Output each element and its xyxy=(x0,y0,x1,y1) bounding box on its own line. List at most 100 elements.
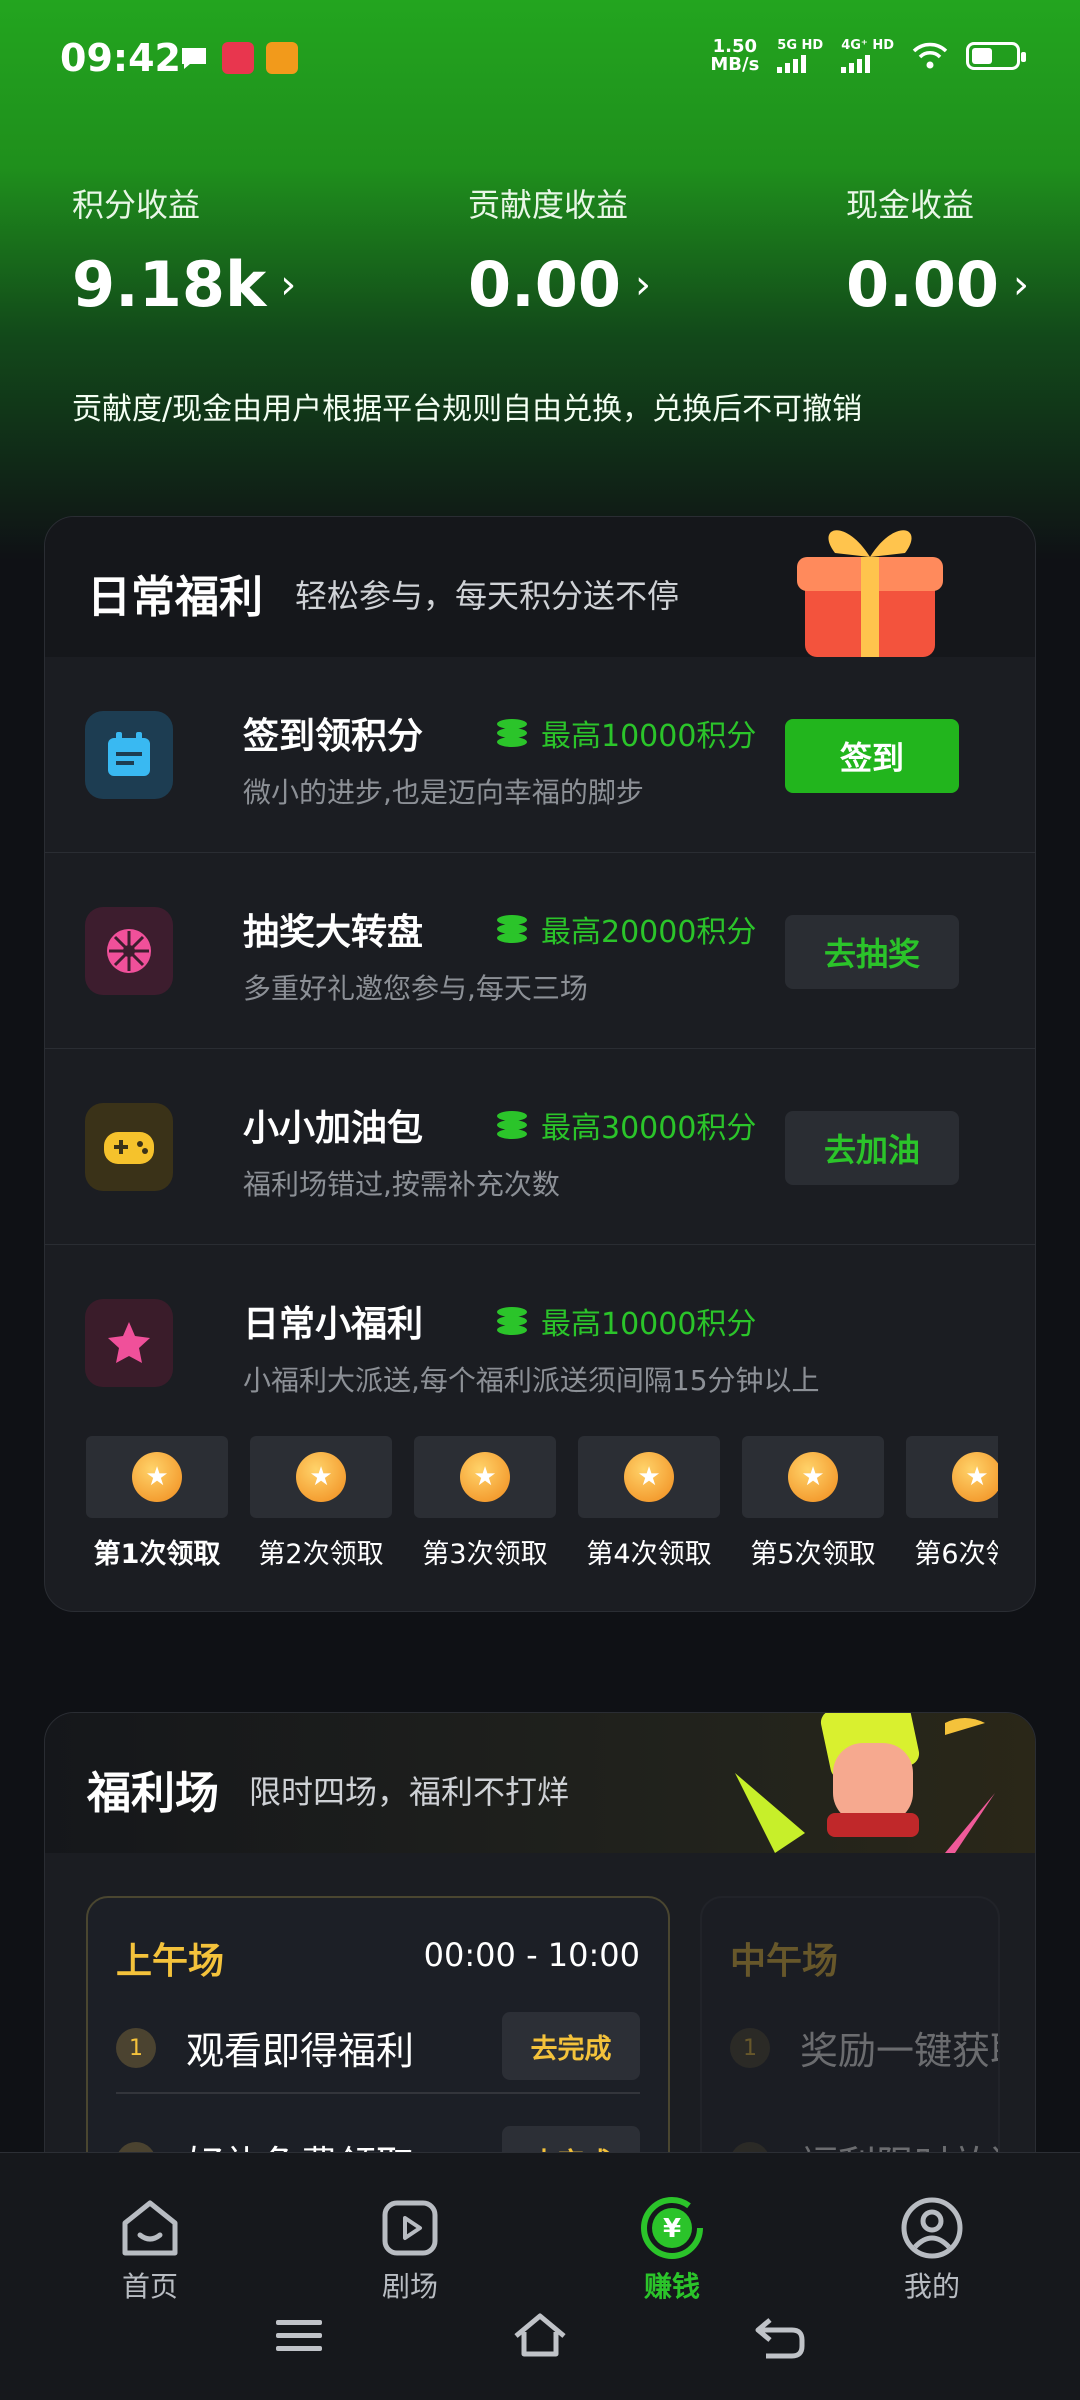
star-coin-icon: ★ xyxy=(624,1452,674,1502)
lottery-button[interactable]: 去抽奖 xyxy=(785,915,959,989)
earnings-value: 9.18k xyxy=(72,248,267,321)
task-description: 小福利大派送,每个福利派送须间隔15分钟以上 xyxy=(243,1364,820,1397)
cash-earnings[interactable]: 现金收益 0.00 › xyxy=(846,180,1029,321)
card-subtitle: 轻松参与，每天积分送不停 xyxy=(295,577,680,615)
star-coin-icon: ★ xyxy=(788,1452,838,1502)
bonus-slot[interactable]: ★ 第1次领取 xyxy=(86,1436,228,1571)
coins-icon xyxy=(497,719,527,747)
app-notification-icon xyxy=(266,42,298,74)
coins-icon xyxy=(497,1307,527,1335)
item-number-badge: 1 xyxy=(730,2028,770,2068)
bonus-slot[interactable]: ★ 第2次领取 xyxy=(250,1436,392,1571)
home-icon xyxy=(122,2200,178,2256)
slot-label: 第4次领取 xyxy=(586,1539,712,1570)
calendar-icon xyxy=(85,711,173,799)
network-speed: 1.50 MB/s xyxy=(710,36,760,75)
task-row-refuel: 小小加油包 最高30000积分 福利场错过,按需补充次数 去加油 xyxy=(45,1049,1035,1245)
gift-box-icon xyxy=(797,530,943,657)
gamepad-icon xyxy=(85,1103,173,1191)
task-row-daily-bonus: 日常小福利 最高10000积分 小福利大派送,每个福利派送须间隔15分钟以上 xyxy=(45,1245,1035,1441)
task-row-lottery: 抽奖大转盘 最高20000积分 多重好礼邀您参与,每天三场 去抽奖 xyxy=(45,853,1035,1049)
bonus-slot[interactable]: ★ 第4次领取 xyxy=(578,1436,720,1571)
task-reward: 最高30000积分 xyxy=(497,1103,756,1147)
message-icon xyxy=(178,42,210,74)
task-title: 签到领积分 xyxy=(243,716,424,757)
chevron-right-icon: › xyxy=(634,261,651,308)
coins-icon xyxy=(497,915,527,943)
card-subtitle: 限时四场，福利不打烊 xyxy=(249,1773,570,1811)
system-navigation xyxy=(0,2310,1080,2370)
chevron-right-icon: › xyxy=(1012,261,1029,308)
refuel-button[interactable]: 去加油 xyxy=(785,1111,959,1185)
menu-icon[interactable] xyxy=(274,2314,324,2358)
signal-sim1: 5G HD xyxy=(777,39,823,73)
contribution-earnings[interactable]: 贡献度收益 0.00 › xyxy=(468,180,651,321)
session-time: 00:00 - 10:00 xyxy=(423,1936,640,1974)
yuan-icon: ¥ xyxy=(641,2197,703,2259)
star-coin-icon: ★ xyxy=(460,1452,510,1502)
star-coin-icon: ★ xyxy=(132,1452,182,1502)
earnings-note: 贡献度/现金由用户根据平台规则自由兑换，兑换后不可撤销 xyxy=(72,392,863,427)
task-description: 福利场错过,按需补充次数 xyxy=(243,1168,560,1201)
nav-profile[interactable]: 我的 xyxy=(852,2193,1012,2305)
item-number-badge: 1 xyxy=(116,2028,156,2068)
slot-label: 第5次领取 xyxy=(750,1539,876,1570)
session-name: 上午场 xyxy=(116,1941,225,1982)
earnings-label: 贡献度收益 xyxy=(468,186,629,224)
complete-button[interactable]: 去完成 xyxy=(502,2012,640,2080)
star-icon xyxy=(85,1299,173,1387)
nav-earn[interactable]: ¥ 赚钱 xyxy=(592,2193,752,2305)
slot-label: 第3次领取 xyxy=(422,1539,548,1570)
coins-icon xyxy=(497,1111,527,1139)
task-title: 小小加油包 xyxy=(243,1108,424,1149)
star-coin-icon: ★ xyxy=(296,1452,346,1502)
earnings-label: 积分收益 xyxy=(72,186,201,224)
daily-bonus-slots: ★ 第1次领取 ★ 第2次领取 ★ 第3次领取 ★ 第4次领取 ★ 第5次领取 … xyxy=(86,1436,998,1576)
chevron-right-icon: › xyxy=(280,261,297,308)
status-time: 09:42 xyxy=(60,36,181,80)
task-row-checkin: 签到领积分 最高10000积分 微小的进步,也是迈向幸福的脚步 签到 xyxy=(45,657,1035,853)
svg-text:¥: ¥ xyxy=(663,2214,681,2244)
play-icon xyxy=(382,2200,438,2256)
wifi-icon xyxy=(912,42,948,69)
profile-icon xyxy=(901,2197,963,2259)
wheel-icon xyxy=(85,907,173,995)
earnings-value: 0.00 xyxy=(468,248,621,321)
session-item: 1 观看即得福利 去完成 xyxy=(116,1994,640,2094)
nav-theater[interactable]: 剧场 xyxy=(330,2193,490,2305)
signal-sim2: 4G⁺ HD xyxy=(841,39,894,73)
points-earnings[interactable]: 积分收益 9.18k › xyxy=(72,180,296,321)
task-description: 微小的进步,也是迈向幸福的脚步 xyxy=(243,776,644,809)
back-icon[interactable] xyxy=(752,2312,808,2360)
session-card-morning: 上午场 00:00 - 10:00 1 观看即得福利 去完成 2 好礼免费领取 … xyxy=(86,1896,670,2176)
task-reward: 最高10000积分 xyxy=(497,1299,756,1343)
earnings-label: 现金收益 xyxy=(846,186,975,224)
card-header: 日常福利 轻松参与，每天积分送不停 xyxy=(45,517,1035,657)
hand-trophy-icon xyxy=(735,1713,995,1853)
battery-icon xyxy=(966,42,1026,70)
earnings-value: 0.00 xyxy=(846,248,999,321)
session-name: 中午场 xyxy=(730,1941,839,1982)
bonus-slot[interactable]: ★ 第3次领取 xyxy=(414,1436,556,1571)
card-header: 福利场 限时四场，福利不打烊 xyxy=(45,1713,1035,1853)
slot-label: 第1次领取 xyxy=(93,1539,221,1570)
bonus-slot[interactable]: ★ 第6次领取 xyxy=(906,1436,998,1571)
task-description: 多重好礼邀您参与,每天三场 xyxy=(243,972,588,1005)
session-card-noon[interactable]: 中午场 1 奖励一键获取 2 福利限时放送 xyxy=(700,1896,1000,2176)
card-title: 福利场 xyxy=(87,1768,219,1819)
star-coin-icon: ★ xyxy=(952,1452,998,1502)
session-item-text: 观看即得福利 xyxy=(186,2029,415,2073)
slot-label: 第6次领取 xyxy=(914,1539,998,1570)
task-title: 抽奖大转盘 xyxy=(243,912,424,953)
session-item-text: 奖励一键获取 xyxy=(800,2029,998,2073)
status-bar: 09:42 1.50 MB/s 5G HD 4G⁺ HD xyxy=(0,0,1080,120)
nav-home[interactable]: 首页 xyxy=(70,2193,230,2305)
system-home-icon[interactable] xyxy=(510,2310,570,2360)
bonus-slot[interactable]: ★ 第5次领取 xyxy=(742,1436,884,1571)
checkin-button[interactable]: 签到 xyxy=(785,719,959,793)
task-reward: 最高10000积分 xyxy=(497,711,756,755)
app-notification-icon xyxy=(222,42,254,74)
task-title: 日常小福利 xyxy=(243,1304,424,1345)
card-title: 日常福利 xyxy=(87,572,263,623)
task-reward: 最高20000积分 xyxy=(497,907,756,951)
